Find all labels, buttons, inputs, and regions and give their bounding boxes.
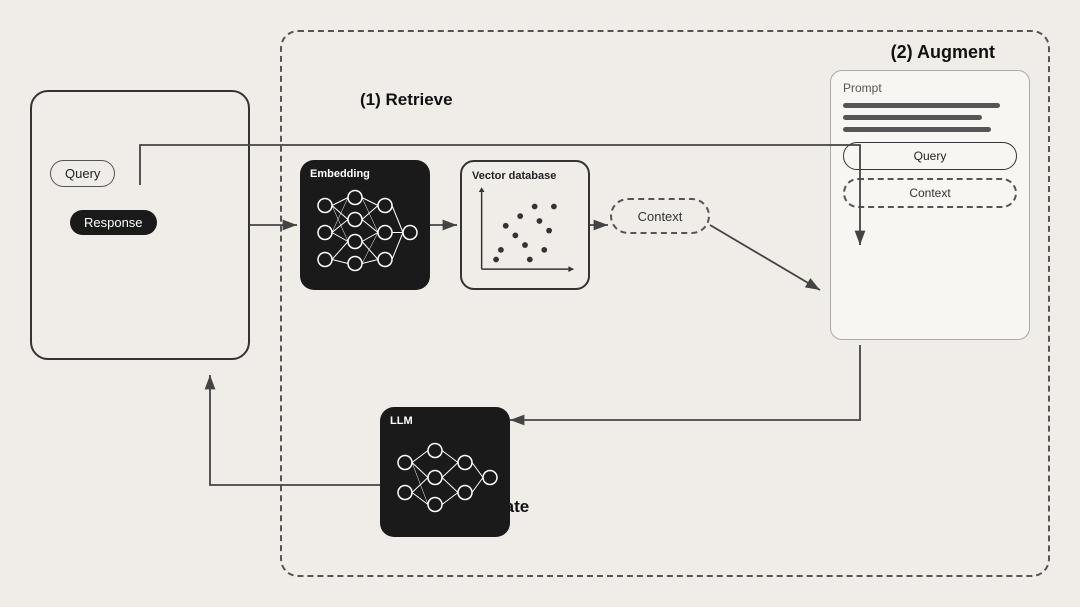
chat-box: Query Response bbox=[30, 90, 250, 360]
prompt-card: Prompt Query Context bbox=[830, 70, 1030, 340]
prompt-query-label: Query bbox=[914, 149, 947, 163]
prompt-context-box: Context bbox=[843, 178, 1017, 208]
vector-database-box: Vector database bbox=[460, 160, 590, 290]
llm-neural-svg bbox=[390, 431, 500, 529]
prompt-card-label: Prompt bbox=[843, 81, 1017, 95]
augment-label: (2) Augment bbox=[891, 42, 995, 63]
llm-label: LLM bbox=[390, 415, 413, 427]
embedding-label: Embedding bbox=[310, 168, 370, 180]
response-label: Response bbox=[84, 215, 143, 230]
response-bubble: Response bbox=[70, 210, 157, 235]
prompt-line-3 bbox=[843, 127, 991, 132]
prompt-line-2 bbox=[843, 115, 982, 120]
prompt-context-label: Context bbox=[909, 186, 950, 200]
embedding-neural-svg bbox=[310, 184, 420, 282]
context-pill-label: Context bbox=[638, 209, 683, 224]
retrieve-label: (1) Retrieve bbox=[360, 90, 453, 110]
context-pill: Context bbox=[610, 198, 710, 234]
query-bubble: Query bbox=[50, 160, 115, 187]
vector-scatter-svg bbox=[472, 186, 578, 280]
query-label: Query bbox=[65, 166, 100, 181]
embedding-box: Embedding bbox=[300, 160, 430, 290]
diagram-container: Query Response (2) Augment (1) Retrieve … bbox=[30, 30, 1050, 577]
llm-box: LLM bbox=[380, 407, 510, 537]
vector-label: Vector database bbox=[472, 170, 556, 182]
prompt-line-1 bbox=[843, 103, 1000, 108]
prompt-query-box: Query bbox=[843, 142, 1017, 170]
